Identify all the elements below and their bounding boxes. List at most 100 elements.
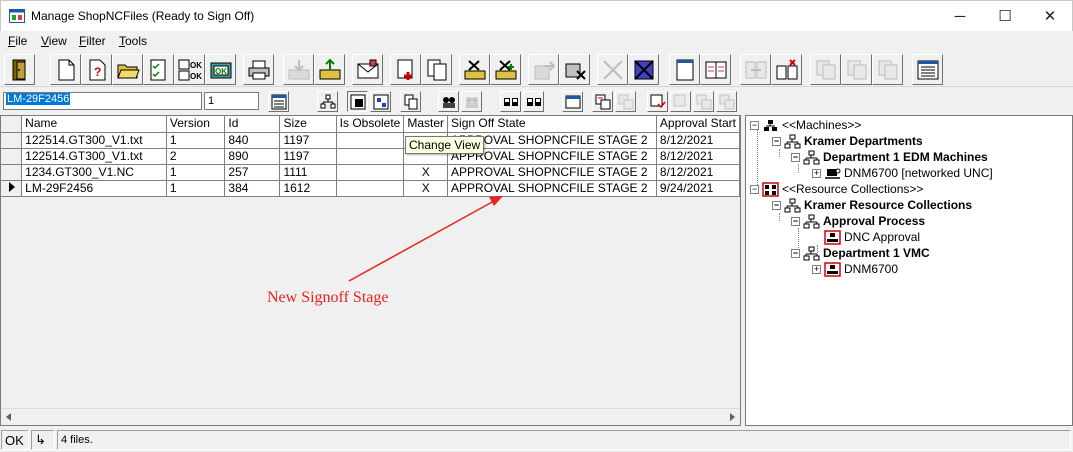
users-icon bbox=[442, 96, 455, 108]
move-out-button[interactable] bbox=[528, 54, 559, 85]
upload-button[interactable] bbox=[314, 54, 345, 85]
cell-approval-start: 8/12/2021 bbox=[656, 164, 741, 181]
cell-size: 1111 bbox=[279, 164, 337, 181]
checklist-icon bbox=[150, 59, 165, 80]
scroll-right-icon[interactable] bbox=[730, 413, 735, 421]
stack-button[interactable] bbox=[810, 54, 841, 85]
new-file-button[interactable] bbox=[50, 54, 81, 85]
column-header-size[interactable]: Size bbox=[279, 116, 337, 133]
open-folder-button[interactable] bbox=[112, 54, 143, 85]
remove-computer-button[interactable] bbox=[559, 54, 590, 85]
tree-node-dept1-vmc[interactable]: − Department 1 VMC bbox=[791, 245, 930, 261]
table-row[interactable]: 122514.GT300_V1.txt 2 890 1197 APPROVAL … bbox=[1, 148, 741, 165]
download-button[interactable] bbox=[283, 54, 314, 85]
tree-node-dnm6700[interactable]: + DNM6700 bbox=[812, 261, 898, 277]
column-header-id[interactable]: Id bbox=[224, 116, 281, 133]
delete-download-button[interactable] bbox=[459, 54, 490, 85]
exit-button[interactable] bbox=[4, 54, 35, 85]
blue-view-button[interactable] bbox=[370, 91, 391, 112]
check-window2-button[interactable] bbox=[670, 91, 691, 112]
window-button[interactable] bbox=[562, 91, 583, 112]
envelope-icon bbox=[357, 59, 378, 78]
help-file-button[interactable]: ? bbox=[81, 54, 112, 85]
tree-node-approval-process[interactable]: − Approval Process bbox=[791, 213, 925, 229]
menu-view[interactable]: View bbox=[41, 34, 67, 48]
ok-grid-button[interactable]: OK OK bbox=[174, 54, 205, 85]
column-header-version[interactable]: Version bbox=[166, 116, 226, 133]
collapse-icon[interactable]: − bbox=[772, 200, 781, 210]
mail-button[interactable] bbox=[352, 54, 383, 85]
menu-filter[interactable]: Filter bbox=[79, 34, 106, 48]
filename-input[interactable]: LM-29F2456 bbox=[3, 92, 202, 110]
collapse-icon[interactable]: − bbox=[791, 152, 800, 162]
tree-node-resource-collections[interactable]: − <<Resource Collections>> bbox=[750, 181, 923, 197]
checklist-button[interactable] bbox=[143, 54, 174, 85]
tree-node-machines[interactable]: − <<Machines>> bbox=[750, 117, 861, 133]
tree-view-button[interactable] bbox=[317, 91, 338, 112]
stack-copy-button[interactable] bbox=[841, 54, 872, 85]
open-folder-icon bbox=[116, 64, 140, 78]
collapse-icon[interactable]: − bbox=[791, 216, 800, 226]
add-document-button[interactable] bbox=[390, 54, 421, 85]
compare-documents-button[interactable] bbox=[700, 54, 731, 85]
column-header-name[interactable]: Name bbox=[21, 116, 167, 133]
tree-node-dnc-approval[interactable]: DNC Approval bbox=[824, 229, 920, 245]
column-header-sign-off-state[interactable]: Sign Off State bbox=[447, 116, 657, 133]
close-button[interactable]: ✕ bbox=[1027, 1, 1073, 31]
cancel-button[interactable] bbox=[597, 54, 628, 85]
version-input[interactable]: 1 bbox=[204, 92, 259, 110]
machines-button[interactable] bbox=[500, 91, 521, 112]
row-header[interactable] bbox=[1, 164, 23, 181]
cell-id: 384 bbox=[224, 180, 281, 197]
expand-icon[interactable]: + bbox=[812, 264, 821, 274]
users-button[interactable] bbox=[438, 91, 459, 112]
row-header-current[interactable] bbox=[1, 180, 23, 197]
machines2-button[interactable] bbox=[523, 91, 544, 112]
menu-tools[interactable]: Tools bbox=[119, 34, 147, 48]
row-header[interactable] bbox=[1, 148, 23, 165]
paste-window-button[interactable] bbox=[716, 91, 737, 112]
tree-node-dept1-edm[interactable]: − Department 1 EDM Machines bbox=[791, 149, 988, 165]
table-row-current[interactable]: LM-29F2456 1 384 1612 X APPROVAL SHOPNCF… bbox=[1, 180, 741, 197]
column-header-approval-start[interactable]: Approval Start bbox=[656, 116, 741, 133]
minimize-button[interactable]: ─ bbox=[937, 1, 983, 31]
copy-view-button[interactable] bbox=[400, 91, 421, 112]
column-header-is-obsolete[interactable]: Is Obsolete bbox=[336, 116, 405, 133]
collapse-icon[interactable]: − bbox=[791, 248, 800, 258]
transfer-button[interactable] bbox=[740, 54, 771, 85]
ok-approve-button[interactable]: OK bbox=[205, 54, 236, 85]
remove-window-button[interactable] bbox=[615, 91, 636, 112]
tree-node-dnm6700-unc[interactable]: + DNM6700 [networked UNC] bbox=[812, 165, 993, 181]
block-button[interactable] bbox=[628, 54, 659, 85]
users-disabled-button[interactable] bbox=[461, 91, 482, 112]
transfer-delete-button[interactable] bbox=[771, 54, 802, 85]
files-grid-panel: Name Version Id Size Is Obsolete Master … bbox=[0, 115, 741, 426]
table-row[interactable]: 1234.GT300_V1.NC 1 257 1111 X APPROVAL S… bbox=[1, 164, 741, 181]
search-list-button[interactable] bbox=[268, 91, 289, 112]
tree-node-kramer-departments[interactable]: − Kramer Departments bbox=[772, 133, 923, 149]
column-header-master[interactable]: Master bbox=[403, 116, 449, 133]
table-row[interactable]: 122514.GT300_V1.txt 1 840 1197 APPROVAL … bbox=[1, 132, 741, 149]
copy-window-button[interactable] bbox=[693, 91, 714, 112]
delete-folder-button[interactable] bbox=[490, 54, 521, 85]
machine-resource-icon bbox=[824, 229, 841, 245]
row-header[interactable] bbox=[1, 132, 23, 149]
change-view-button[interactable] bbox=[347, 91, 368, 112]
details-view-button[interactable] bbox=[912, 54, 943, 85]
ok-grid-icon: OK OK bbox=[178, 59, 202, 81]
tree-node-kramer-resources[interactable]: − Kramer Resource Collections bbox=[772, 197, 972, 213]
collapse-icon[interactable]: − bbox=[750, 184, 759, 194]
expand-icon[interactable]: + bbox=[812, 168, 821, 178]
stack-move-button[interactable] bbox=[872, 54, 903, 85]
check-window-button[interactable] bbox=[647, 91, 668, 112]
horizontal-scrollbar[interactable] bbox=[1, 408, 740, 425]
collapse-icon[interactable]: − bbox=[750, 120, 759, 130]
maximize-button[interactable]: ☐ bbox=[982, 1, 1028, 31]
copy-document-button[interactable] bbox=[421, 54, 452, 85]
print-button[interactable] bbox=[243, 54, 274, 85]
add-window-button[interactable] bbox=[592, 91, 613, 112]
collapse-icon[interactable]: − bbox=[772, 136, 781, 146]
scroll-left-icon[interactable] bbox=[6, 413, 11, 421]
menu-file[interactable]: File bbox=[8, 34, 27, 48]
page-button[interactable] bbox=[669, 54, 700, 85]
